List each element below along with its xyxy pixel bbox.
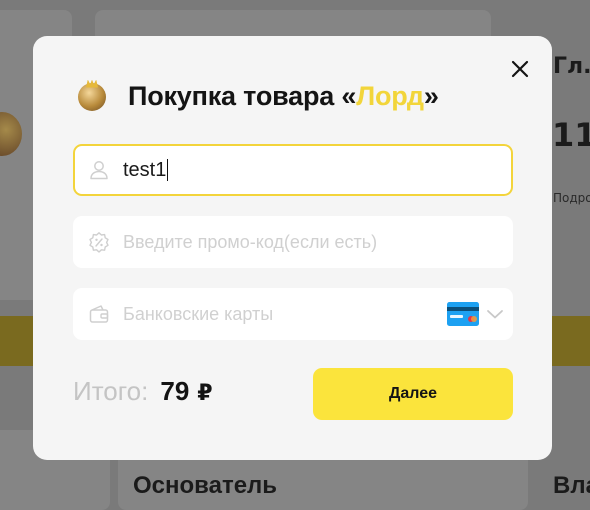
next-button[interactable]: Далее bbox=[313, 368, 513, 420]
product-avatar-icon bbox=[78, 82, 106, 111]
background-more-link: Подро bbox=[553, 191, 590, 205]
promo-badge-icon bbox=[89, 232, 109, 253]
total-label: Итого: bbox=[73, 376, 149, 406]
product-name: Лорд bbox=[356, 81, 424, 111]
text-caret bbox=[167, 159, 169, 181]
total-row: Итого: 79 ₽ bbox=[73, 376, 213, 407]
currency-symbol: ₽ bbox=[197, 381, 213, 406]
modal-title: Покупка товара «Лорд» bbox=[128, 81, 439, 112]
title-suffix: » bbox=[423, 81, 439, 111]
background-card-title: Основатель bbox=[133, 472, 278, 499]
user-icon bbox=[90, 161, 108, 180]
chevron-down-icon[interactable] bbox=[486, 305, 504, 323]
background-card-title-right: Вла bbox=[553, 472, 590, 499]
promo-code-placeholder: Введите промо-код(если есть) bbox=[123, 231, 378, 252]
bank-card-icon bbox=[447, 302, 479, 326]
wallet-icon bbox=[89, 305, 109, 323]
payment-method-placeholder: Банковские карты bbox=[123, 303, 274, 324]
title-prefix: Покупка товара « bbox=[128, 81, 357, 111]
close-icon[interactable] bbox=[509, 58, 531, 80]
modal-title-row: Покупка товара «Лорд» bbox=[78, 81, 439, 112]
background-heading: Гл.А bbox=[553, 54, 590, 79]
background-number: 119 bbox=[552, 116, 590, 154]
username-input[interactable]: test1 bbox=[123, 159, 166, 182]
purchase-modal: Покупка товара «Лорд» test1 Введите пром… bbox=[33, 36, 552, 460]
username-field[interactable]: test1 bbox=[73, 144, 513, 196]
promo-code-field[interactable]: Введите промо-код(если есть) bbox=[73, 216, 513, 268]
total-value: 79 bbox=[160, 376, 190, 406]
payment-method-select[interactable]: Банковские карты bbox=[73, 288, 513, 340]
